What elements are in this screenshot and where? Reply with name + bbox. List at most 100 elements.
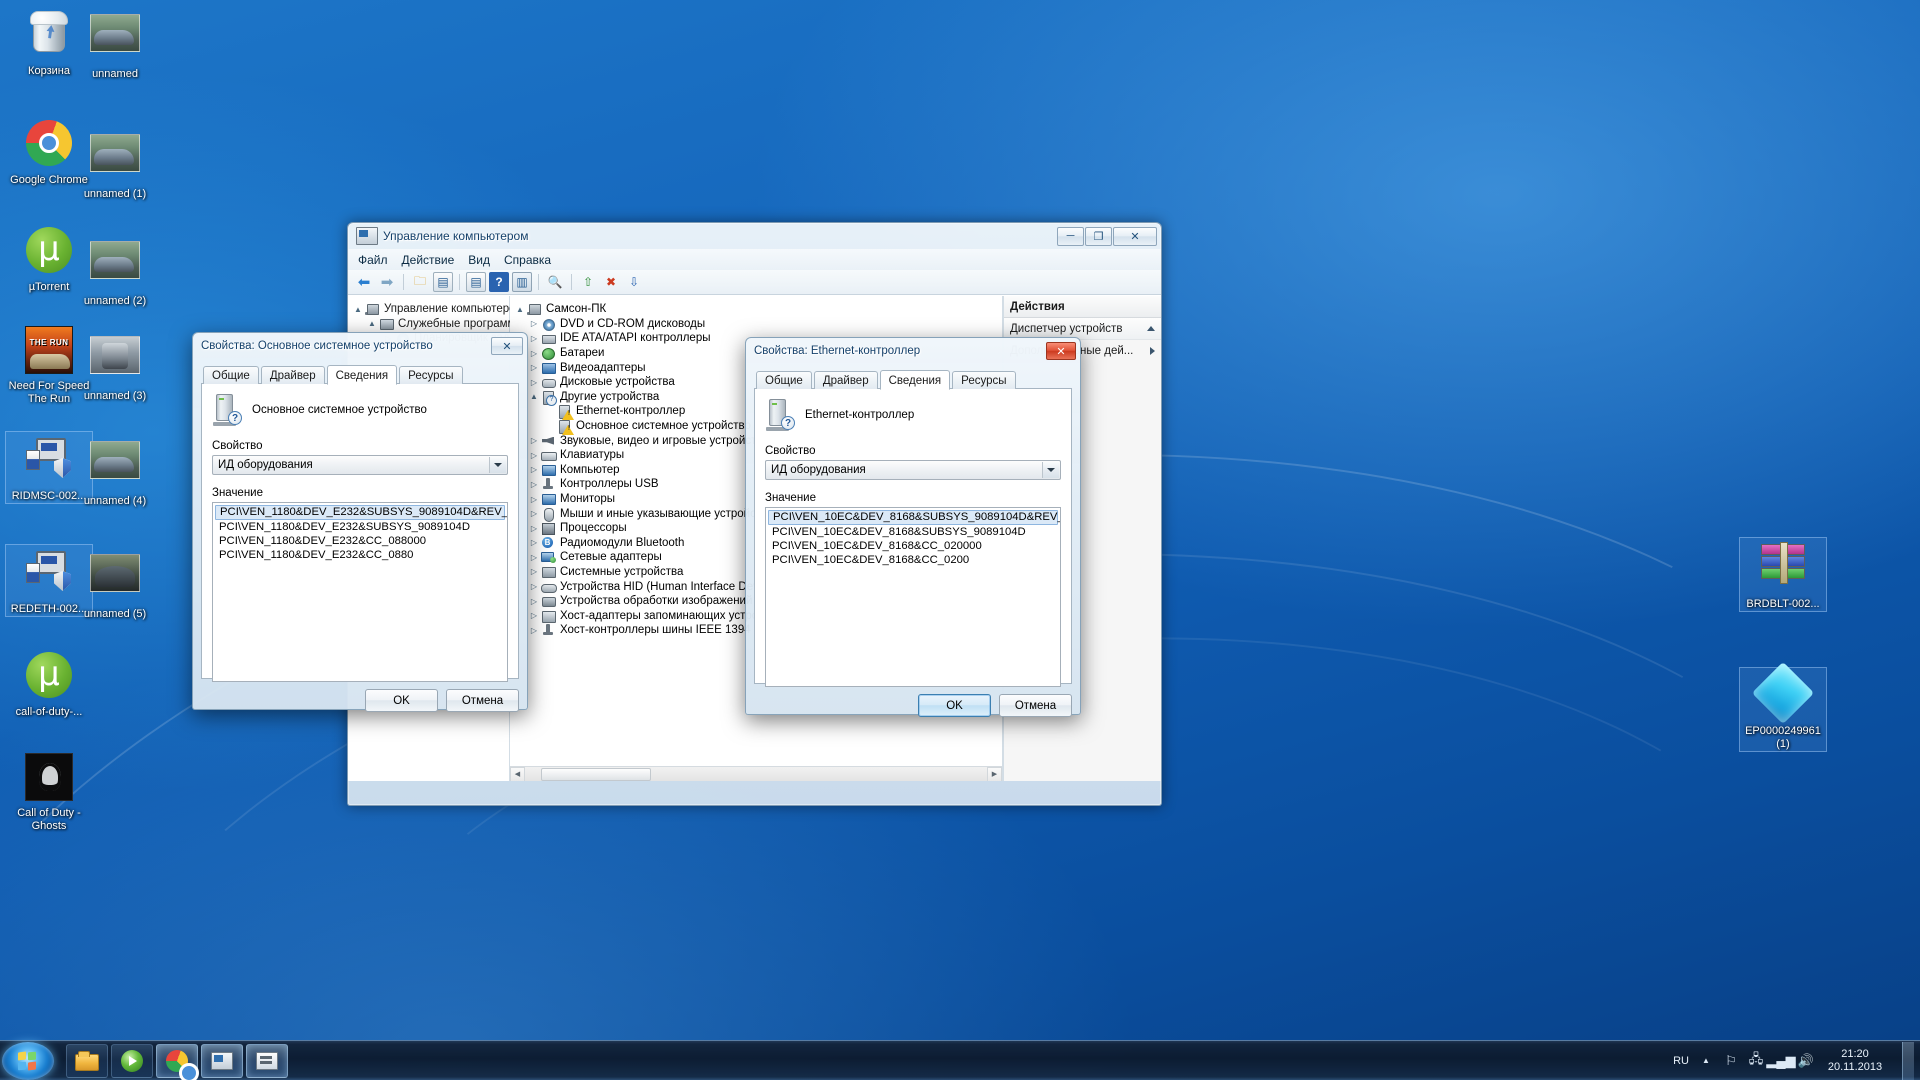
tab-general[interactable]: Общие	[756, 371, 812, 389]
tab-driver[interactable]: Драйвер	[814, 371, 878, 389]
tab-strip[interactable]: Общие Драйвер Сведения Ресурсы	[203, 365, 519, 384]
toolbar[interactable]: ⬅ ➡ 🗀 ▤ ▤ ? ▥ 🔍 ⇧ ✖ ⇩	[348, 270, 1161, 295]
network-tray-icon[interactable]: 🖧	[1748, 1053, 1764, 1069]
expander-icon[interactable]: ▲	[366, 319, 378, 328]
expander-icon[interactable]: ▷	[528, 538, 540, 547]
menu-item-help[interactable]: Справка	[504, 253, 551, 267]
value-list-item[interactable]: PCI\VEN_10EC&DEV_8168&SUBSYS_9089104D	[768, 525, 1058, 539]
property-combobox[interactable]: ИД оборудования	[765, 460, 1061, 480]
dialog-controls[interactable]: ✕	[491, 337, 523, 355]
expander-icon[interactable]: ▷	[528, 465, 540, 474]
expander-icon[interactable]: ▷	[528, 582, 540, 591]
expander-icon[interactable]: ▷	[528, 480, 540, 489]
desktop-icon-ep0000249961[interactable]: EP0000249961 (1)	[1740, 668, 1826, 751]
desktop-icon-unnamed-2[interactable]: unnamed (2)	[72, 235, 158, 308]
system-device-properties-dialog[interactable]: Свойства: Основное системное устройство …	[192, 332, 528, 710]
uninstall-device-icon[interactable]: ⇩	[624, 272, 644, 292]
close-button[interactable]: ✕	[1046, 342, 1076, 360]
desktop-icon-unnamed-1[interactable]: unnamed (1)	[72, 128, 158, 201]
desktop-icon-unnamed-4[interactable]: unnamed (4)	[72, 435, 158, 508]
chevron-down-icon[interactable]	[1042, 462, 1059, 478]
expander-icon[interactable]: ▷	[528, 451, 540, 460]
expander-icon[interactable]: ▷	[528, 611, 540, 620]
ok-button[interactable]: OK	[918, 694, 991, 717]
expander-icon[interactable]: ▷	[528, 378, 540, 387]
value-listbox[interactable]: PCI\VEN_10EC&DEV_8168&SUBSYS_9089104D&RE…	[765, 507, 1061, 687]
desktop-icon-unnamed-3[interactable]: unnamed (3)	[72, 330, 158, 403]
system-tray[interactable]: RU ▲ ⚐ 🖧 ▂▄▆ 🔊 21:20 20.11.2013	[1673, 1042, 1920, 1080]
show-hide-console-tree-icon[interactable]: ▥	[512, 272, 532, 292]
scrollbar-thumb[interactable]	[541, 768, 651, 781]
taskbar-item-computer-management[interactable]	[201, 1044, 243, 1078]
tab-resources[interactable]: Ресурсы	[952, 371, 1015, 389]
expander-icon[interactable]: ▷	[528, 553, 540, 562]
minimize-button[interactable]: ─	[1057, 227, 1084, 246]
expander-icon[interactable]: ▷	[528, 495, 540, 504]
desktop[interactable]: Корзина unnamed Google Chrome unnamed (1…	[0, 0, 1920, 1080]
menu-item-file[interactable]: Файл	[358, 253, 388, 267]
desktop-icon-call-of-duty-ghosts[interactable]: Call of Duty - Ghosts	[6, 752, 92, 833]
volume-icon[interactable]: 🔊	[1798, 1053, 1814, 1069]
action-center-flag-icon[interactable]: ⚐	[1723, 1053, 1739, 1069]
dialog-titlebar[interactable]: Свойства: Основное системное устройство …	[193, 333, 527, 359]
ethernet-controller-properties-dialog[interactable]: Свойства: Ethernet-контроллер ✕ Общие Др…	[745, 337, 1081, 715]
ok-button[interactable]: OK	[365, 689, 438, 712]
tab-general[interactable]: Общие	[203, 366, 259, 384]
help-icon[interactable]: ?	[489, 272, 509, 292]
expander-icon[interactable]: ▷	[528, 567, 540, 576]
dialog-titlebar[interactable]: Свойства: Ethernet-контроллер ✕	[746, 338, 1080, 364]
expander-icon[interactable]: ▷	[528, 334, 540, 343]
value-list-item[interactable]: PCI\VEN_1180&DEV_E232&SUBSYS_9089104D&RE…	[215, 505, 505, 520]
scroll-right-arrow-icon[interactable]: ▶	[987, 767, 1002, 782]
value-list-item[interactable]: PCI\VEN_10EC&DEV_8168&SUBSYS_9089104D&RE…	[768, 510, 1058, 525]
expander-icon[interactable]: ▷	[528, 319, 540, 328]
device-tree-item[interactable]: ▲Самсон-ПК	[514, 302, 1002, 317]
close-button[interactable]: ✕	[1113, 227, 1157, 246]
expander-icon[interactable]: ▲	[528, 392, 540, 401]
desktop-icon-unnamed[interactable]: unnamed	[72, 8, 158, 81]
clock[interactable]: 21:20 20.11.2013	[1823, 1048, 1887, 1074]
cancel-button[interactable]: Отмена	[446, 689, 519, 712]
value-list-item[interactable]: PCI\VEN_1180&DEV_E232&CC_088000	[215, 534, 505, 548]
close-button[interactable]: ✕	[491, 337, 523, 355]
expander-icon[interactable]: ▷	[528, 597, 540, 606]
back-arrow-icon[interactable]: ⬅	[354, 272, 374, 292]
value-list-item[interactable]: PCI\VEN_10EC&DEV_8168&CC_0200	[768, 553, 1058, 567]
tab-strip[interactable]: Общие Драйвер Сведения Ресурсы	[756, 370, 1072, 389]
expander-icon[interactable]: ▷	[528, 626, 540, 635]
start-button[interactable]	[2, 1042, 54, 1080]
console-tree-item-system-tools[interactable]: ▲ Служебные программы	[352, 317, 509, 332]
chevron-right-icon[interactable]	[1150, 347, 1155, 355]
maximize-button[interactable]: ❐	[1085, 227, 1112, 246]
value-list-item[interactable]: PCI\VEN_1180&DEV_E232&SUBSYS_9089104D	[215, 520, 505, 534]
taskbar-item-chrome[interactable]	[156, 1044, 198, 1078]
tab-driver[interactable]: Драйвер	[261, 366, 325, 384]
device-tree-item[interactable]: ▷DVD и CD-ROM дисководы	[514, 317, 1002, 332]
disable-device-icon[interactable]: ✖	[601, 272, 621, 292]
taskbar-item-explorer[interactable]	[66, 1044, 108, 1078]
show-desktop-button[interactable]	[1902, 1042, 1914, 1080]
language-indicator[interactable]: RU	[1673, 1055, 1689, 1067]
menu-item-action[interactable]: Действие	[402, 253, 455, 267]
forward-arrow-icon[interactable]: ➡	[377, 272, 397, 292]
horizontal-scrollbar[interactable]: ◀ ▶	[510, 766, 1002, 781]
scan-hardware-icon[interactable]: 🔍	[545, 272, 565, 292]
expander-icon[interactable]: ▷	[528, 436, 540, 445]
menu-item-view[interactable]: Вид	[468, 253, 490, 267]
computer-management-titlebar[interactable]: Управление компьютером ─ ❐ ✕	[348, 223, 1161, 249]
scroll-left-arrow-icon[interactable]: ◀	[510, 767, 525, 782]
refresh-icon[interactable]: ▤	[466, 272, 486, 292]
tab-details[interactable]: Сведения	[880, 370, 951, 390]
expander-icon[interactable]: ▲	[514, 305, 526, 314]
taskbar[interactable]: RU ▲ ⚐ 🖧 ▂▄▆ 🔊 21:20 20.11.2013	[0, 1040, 1920, 1080]
window-controls[interactable]: ─ ❐ ✕	[1057, 227, 1157, 246]
value-listbox[interactable]: PCI\VEN_1180&DEV_E232&SUBSYS_9089104D&RE…	[212, 502, 508, 682]
taskbar-item-device-properties[interactable]	[246, 1044, 288, 1078]
console-tree-item-computer-management[interactable]: ▲ Управление компьютером (л	[352, 302, 509, 317]
chevron-up-icon[interactable]	[1147, 326, 1155, 331]
dialog-buttons[interactable]: OK Отмена	[754, 694, 1072, 717]
show-hidden-icons-icon[interactable]: ▲	[1698, 1053, 1714, 1069]
desktop-icon-unnamed-5[interactable]: unnamed (5)	[72, 548, 158, 621]
value-list-item[interactable]: PCI\VEN_10EC&DEV_8168&CC_020000	[768, 539, 1058, 553]
expander-icon[interactable]: ▲	[352, 305, 364, 314]
